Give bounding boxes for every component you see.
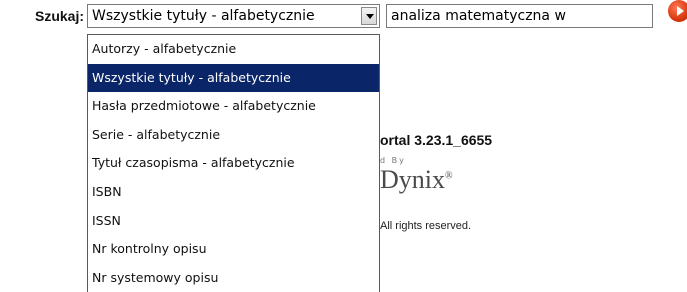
dropdown-option-all-titles[interactable]: Wszystkie tytuły - alfabetycznie xyxy=(88,63,379,93)
powered-by-text: d By xyxy=(380,156,406,165)
dropdown-option-control-number[interactable]: Nr kontrolny opisu xyxy=(88,235,379,264)
dynix-logo-text: Dynix xyxy=(380,165,445,194)
registered-mark: ® xyxy=(445,170,453,182)
search-type-dropdown-list[interactable]: Autorzy - alfabetycznie Wszystkie tytuły… xyxy=(87,34,380,292)
dynix-logo: Dynix® xyxy=(380,165,453,195)
copyright-text: All rights reserved. xyxy=(380,220,472,232)
dropdown-option-series[interactable]: Serie - alfabetycznie xyxy=(88,121,379,150)
dropdown-option-journal-title[interactable]: Tytuł czasopisma - alfabetycznie xyxy=(88,149,379,178)
portal-version-text: ortal 3.23.1_6655 xyxy=(380,132,493,148)
search-go-button[interactable] xyxy=(668,0,687,22)
chevron-down-icon[interactable] xyxy=(361,7,377,25)
dropdown-option-subject-headings[interactable]: Hasła przedmiotowe - alfabetycznie xyxy=(88,92,379,121)
search-label: Szukaj: xyxy=(35,8,85,24)
dropdown-option-system-number[interactable]: Nr systemowy opisu xyxy=(88,264,379,292)
search-type-select[interactable]: Wszystkie tytuły - alfabetycznie xyxy=(87,4,380,28)
dropdown-option-isbn[interactable]: ISBN xyxy=(88,178,379,207)
search-input[interactable] xyxy=(386,4,653,28)
search-page: ortal 3.23.1_6655 d By Dynix® All rights… xyxy=(0,0,687,292)
dropdown-option-authors[interactable]: Autorzy - alfabetycznie xyxy=(88,35,379,64)
search-type-selected-value: Wszystkie tytuły - alfabetycznie xyxy=(92,8,315,24)
dropdown-option-issn[interactable]: ISSN xyxy=(88,207,379,236)
